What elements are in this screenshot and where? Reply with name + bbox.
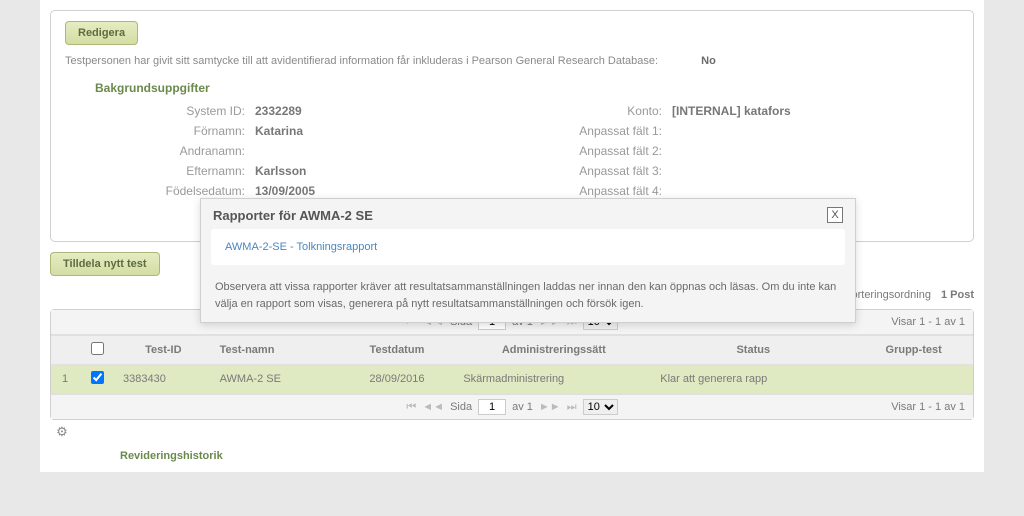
row-test-id: 3383430	[115, 365, 212, 394]
consent-text: Testpersonen har givit sitt samtycke til…	[65, 55, 959, 67]
field-label: Konto:	[542, 104, 662, 118]
field-label: Efternamn:	[125, 164, 245, 178]
col-checkbox	[79, 336, 115, 365]
col-status[interactable]: Status	[652, 336, 854, 365]
field-label: Anpassat fält 3:	[542, 164, 662, 178]
col-admin[interactable]: Administreringssätt	[455, 336, 652, 365]
field-label: Anpassat fält 2:	[542, 144, 662, 158]
modal-title: Rapporter för AWMA-2 SE	[213, 208, 373, 223]
col-test-name[interactable]: Test-namn	[212, 336, 339, 365]
report-link[interactable]: AWMA-2-SE - Tolkningsrapport	[225, 241, 377, 253]
table-header-row: Test-ID Test-namn Testdatum Administreri…	[51, 336, 973, 365]
col-test-id[interactable]: Test-ID	[115, 336, 212, 365]
pager-prev-icon[interactable]: ◄◄	[422, 401, 444, 413]
field-label: System ID:	[125, 104, 245, 118]
row-test-date: 28/09/2016	[339, 365, 456, 394]
pager-first-icon[interactable]: ⏮	[406, 401, 416, 414]
field-value: Katarina	[255, 124, 303, 138]
field-value: Karlsson	[255, 164, 306, 178]
select-all-checkbox[interactable]	[91, 342, 104, 355]
row-num: 1	[51, 365, 79, 394]
col-group[interactable]: Grupp-test	[854, 336, 973, 365]
reports-modal: Rapporter för AWMA-2 SE X AWMA-2-SE - To…	[200, 198, 856, 323]
field-label: Andranamn:	[125, 144, 245, 158]
col-num	[51, 336, 79, 365]
pager-bottom: ⏮ ◄◄ Sida av 1 ►► ⏭ 10 Visar 1 - 1 av 1	[51, 394, 973, 419]
table-row[interactable]: 1 3383430 AWMA-2 SE 28/09/2016 Skärmadmi…	[51, 365, 973, 394]
close-icon[interactable]: X	[827, 207, 843, 223]
revision-history-link[interactable]: Revideringshistorik	[120, 450, 974, 462]
field-label: Anpassat fält 4:	[542, 184, 662, 198]
gear-icon[interactable]: ⚙	[54, 424, 70, 440]
row-test-name: AWMA-2 SE	[212, 365, 339, 394]
pager-per-page-select[interactable]: 10	[583, 399, 618, 415]
consent-value: No	[701, 55, 716, 67]
field-value: [INTERNAL] katafors	[672, 104, 791, 118]
pager-page-label: Sida	[450, 401, 472, 413]
field-value: 2332289	[255, 104, 302, 118]
pager-last-icon[interactable]: ⏭	[567, 401, 577, 414]
background-section-title: Bakgrundsuppgifter	[95, 81, 959, 95]
field-label: Födelsedatum:	[125, 184, 245, 198]
field-value: 13/09/2005	[255, 184, 315, 198]
tests-table: ⏮ ◄◄ Sida av 1 ►► ⏭ 10 Visar 1 - 1 av 1 …	[50, 309, 974, 420]
edit-button[interactable]: Redigera	[65, 21, 138, 45]
row-group	[854, 365, 973, 394]
field-label: Anpassat fält 1:	[542, 124, 662, 138]
modal-note: Observera att vissa rapporter kräver att…	[201, 265, 855, 322]
row-status: Klar att generera rapp	[652, 365, 854, 394]
row-checkbox-cell	[79, 365, 115, 394]
pager-display-range: Visar 1 - 1 av 1	[891, 316, 965, 328]
post-count: 1 Post	[941, 289, 974, 301]
col-test-date[interactable]: Testdatum	[339, 336, 456, 365]
pager-display-range: Visar 1 - 1 av 1	[891, 401, 965, 413]
pager-next-icon[interactable]: ►►	[539, 401, 561, 413]
row-checkbox[interactable]	[91, 371, 104, 384]
assign-test-button[interactable]: Tilldela nytt test	[50, 252, 160, 276]
pager-of-label: av 1	[512, 401, 533, 413]
pager-page-input[interactable]	[478, 399, 506, 415]
field-label: Förnamn:	[125, 124, 245, 138]
consent-label: Testpersonen har givit sitt samtycke til…	[65, 55, 658, 67]
row-admin: Skärmadministrering	[455, 365, 652, 394]
